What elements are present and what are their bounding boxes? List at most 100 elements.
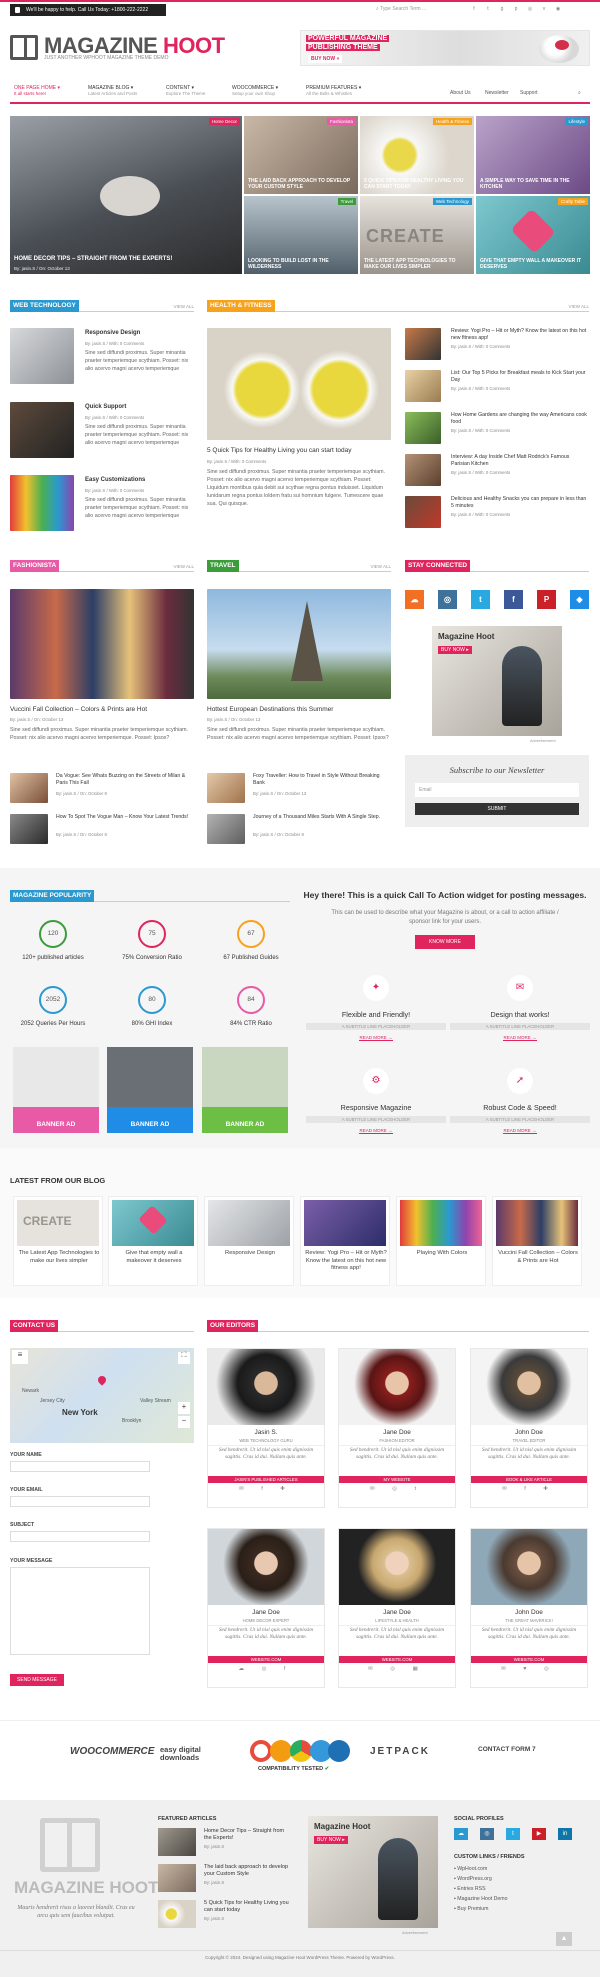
post-thumbnail[interactable] bbox=[10, 402, 74, 458]
banner-ad[interactable]: BANNER AD bbox=[202, 1047, 288, 1133]
banner-ad[interactable]: BANNER AD bbox=[107, 1047, 193, 1133]
know-more-button[interactable]: KNOW MORE bbox=[415, 935, 475, 949]
nav-item-home[interactable]: ONE PAGE HOME ▾ It all starts here! bbox=[14, 85, 60, 97]
fullscreen-icon[interactable]: ⛶ bbox=[178, 1352, 190, 1364]
soundcloud-icon[interactable]: ☁ bbox=[454, 1828, 468, 1840]
facebook-icon[interactable]: f bbox=[504, 590, 523, 609]
hero-tile[interactable]: Crafty Table GIVE THAT EMPTY WALL A MAKEO… bbox=[476, 196, 590, 274]
buy-now-button[interactable]: BUY NOW » bbox=[308, 55, 343, 63]
email-field[interactable] bbox=[10, 1496, 150, 1507]
newsletter-email-input[interactable]: Email bbox=[415, 783, 579, 797]
blog-card[interactable]: Give that empty wall a makeover it deser… bbox=[108, 1196, 198, 1286]
name-field[interactable] bbox=[10, 1461, 150, 1472]
post-thumbnail[interactable] bbox=[10, 814, 48, 844]
map-pin-icon[interactable] bbox=[96, 1374, 108, 1386]
footer-link[interactable]: ▪ WordPress.org bbox=[454, 1876, 492, 1882]
instagram-icon[interactable]: ◎ bbox=[480, 1828, 494, 1840]
rss-icon[interactable]: ◉ bbox=[554, 6, 562, 12]
blog-card[interactable]: Playing With Colors bbox=[396, 1196, 486, 1286]
footer-logo[interactable]: MAGAZINE HOOT bbox=[14, 1878, 159, 1898]
editor-social-icons[interactable]: ✉ ◎ ▦ bbox=[339, 1666, 455, 1672]
post-thumbnail[interactable] bbox=[158, 1828, 196, 1856]
google-plus-icon[interactable]: g bbox=[498, 6, 506, 12]
twitter-icon[interactable]: t bbox=[471, 590, 490, 609]
post-thumbnail[interactable] bbox=[158, 1900, 196, 1928]
twitter-icon[interactable]: t bbox=[506, 1828, 520, 1840]
post-thumbnail[interactable] bbox=[10, 475, 74, 531]
hero-tile[interactable]: Lifestyle A SIMPLE WAY TO SAVE TIME IN TH… bbox=[476, 116, 590, 194]
vimeo-icon[interactable]: v bbox=[540, 6, 548, 12]
top-bar: We'll be happy to help. Call Us Today: +… bbox=[0, 0, 600, 16]
subject-field[interactable] bbox=[10, 1531, 150, 1542]
hero-tile[interactable]: CREATE Web Technology THE LATEST APP TECHN… bbox=[360, 196, 474, 274]
blog-card[interactable]: Vuccini Fall Collection – Colors & Print… bbox=[492, 1196, 582, 1286]
post-thumbnail[interactable] bbox=[405, 496, 441, 528]
soundcloud-icon[interactable]: ☁ bbox=[405, 590, 424, 609]
message-field[interactable] bbox=[10, 1567, 150, 1655]
buy-now-button[interactable]: BUY NOW ▸ bbox=[314, 1836, 348, 1844]
send-message-button[interactable]: SEND MESSAGE bbox=[10, 1674, 64, 1686]
pinterest-icon[interactable]: p bbox=[512, 6, 520, 12]
editor-social-icons[interactable]: ✉ f ✚ bbox=[471, 1486, 587, 1492]
linkedin-icon[interactable]: in bbox=[558, 1828, 572, 1840]
dropbox-icon[interactable]: ◆ bbox=[570, 590, 589, 609]
hero-tile[interactable]: Health & Fitness 5 QUICK TIPS FOR HEALTHY… bbox=[360, 116, 474, 194]
banner-ad[interactable]: BANNER AD bbox=[13, 1047, 99, 1133]
post-thumbnail[interactable] bbox=[10, 773, 48, 803]
editor-social-icons[interactable]: ✉ ♥ ◎ bbox=[471, 1666, 587, 1672]
blog-card[interactable]: Responsive Design bbox=[204, 1196, 294, 1286]
post-thumbnail[interactable] bbox=[405, 454, 441, 486]
blog-card[interactable]: Review: Yogi Pro – Hit or Myth? Know the… bbox=[300, 1196, 390, 1286]
top-search[interactable]: ⌕ Type Search Term ... bbox=[376, 6, 426, 12]
post-featured-image[interactable] bbox=[207, 589, 391, 699]
header-banner-ad[interactable]: POWERFUL MAGAZINE PUBLISHING THEME BUY N… bbox=[300, 30, 590, 66]
nav-link-support[interactable]: Support bbox=[520, 90, 538, 96]
post-thumbnail[interactable] bbox=[405, 412, 441, 444]
footer-link[interactable]: ▪ Magazine Hoot Demo bbox=[454, 1896, 507, 1902]
editor-social-icons[interactable]: ✉ ◎ t bbox=[339, 1486, 455, 1492]
facebook-icon[interactable]: f bbox=[470, 6, 478, 12]
instagram-icon[interactable]: ◎ bbox=[438, 590, 457, 609]
hero-tile[interactable]: Travel LOOKING TO BUILD LOST IN THE WILDE… bbox=[244, 196, 358, 274]
footer-link[interactable]: ▪ WpHoot.com bbox=[454, 1866, 487, 1872]
nav-link-about[interactable]: About Us bbox=[450, 90, 471, 96]
nav-item-premium[interactable]: PREMIUM FEATURES ▾ All the Bells & Whistl… bbox=[306, 85, 361, 97]
hero-tile-main[interactable]: Home Decor HOME DECOR TIPS – STRAIGHT FR… bbox=[10, 116, 242, 274]
footer-link[interactable]: ▪ Entries RSS bbox=[454, 1886, 486, 1892]
coffee-cup-image bbox=[100, 176, 160, 216]
post-thumbnail[interactable] bbox=[405, 328, 441, 360]
search-icon[interactable]: ⌕ bbox=[578, 90, 581, 96]
eiffel-tower-image bbox=[291, 601, 323, 681]
post-thumbnail[interactable] bbox=[158, 1864, 196, 1892]
nav-item-blog[interactable]: MAGAZINE BLOG ▾ Latest Articles and Posts bbox=[88, 85, 137, 97]
youtube-icon[interactable]: ▶ bbox=[532, 1828, 546, 1840]
post-thumbnail[interactable] bbox=[207, 773, 245, 803]
contact-map[interactable]: ≡ ⛶ New York Newark Jersey City Brooklyn… bbox=[10, 1348, 194, 1443]
sidebar-ad[interactable]: Magazine Hoot BUY NOW ▸ bbox=[432, 626, 562, 736]
zoom-in-button[interactable]: + bbox=[178, 1402, 190, 1414]
footer-ad[interactable]: Magazine Hoot BUY NOW ▸ bbox=[308, 1816, 438, 1928]
menu-icon[interactable]: ≡ bbox=[12, 1350, 28, 1364]
editor-social-icons[interactable]: ☁ ◎ f bbox=[208, 1666, 324, 1672]
post-thumbnail[interactable] bbox=[207, 814, 245, 844]
buy-now-button[interactable]: BUY NOW ▸ bbox=[438, 646, 472, 654]
editor-social-icons[interactable]: ✉ f ✚ bbox=[208, 1486, 324, 1492]
instagram-icon[interactable]: ◎ bbox=[526, 6, 534, 12]
post-featured-image[interactable] bbox=[10, 589, 194, 699]
nav-link-newsletter[interactable]: Newsletter bbox=[485, 90, 509, 96]
newsletter-submit-button[interactable]: SUBMIT bbox=[415, 803, 579, 815]
footer: MAGAZINE HOOT Mauris hendrerit risus a l… bbox=[0, 1800, 600, 1950]
help-callout: We'll be happy to help. Call Us Today: +… bbox=[10, 4, 166, 16]
pinterest-icon[interactable]: P bbox=[537, 590, 556, 609]
zoom-out-button[interactable]: − bbox=[178, 1416, 190, 1428]
twitter-icon[interactable]: t bbox=[484, 6, 492, 12]
post-thumbnail[interactable] bbox=[10, 328, 74, 384]
post-thumbnail[interactable] bbox=[405, 370, 441, 402]
blog-card[interactable]: CREATE The Latest App Technologies to mak… bbox=[13, 1196, 103, 1286]
hero-tile[interactable]: Fashionista THE LAID BACK APPROACH TO DEV… bbox=[244, 116, 358, 194]
nav-item-content[interactable]: CONTENT ▾ Explore The Theme bbox=[166, 85, 205, 97]
scroll-top-button[interactable]: ▲ bbox=[556, 1932, 572, 1946]
nav-item-woocommerce[interactable]: WOOCOMMERCE ▾ Setup your own Shop bbox=[232, 85, 278, 97]
footer-link[interactable]: ▪ Buy Premium bbox=[454, 1906, 488, 1912]
post-featured-image[interactable] bbox=[207, 328, 391, 440]
